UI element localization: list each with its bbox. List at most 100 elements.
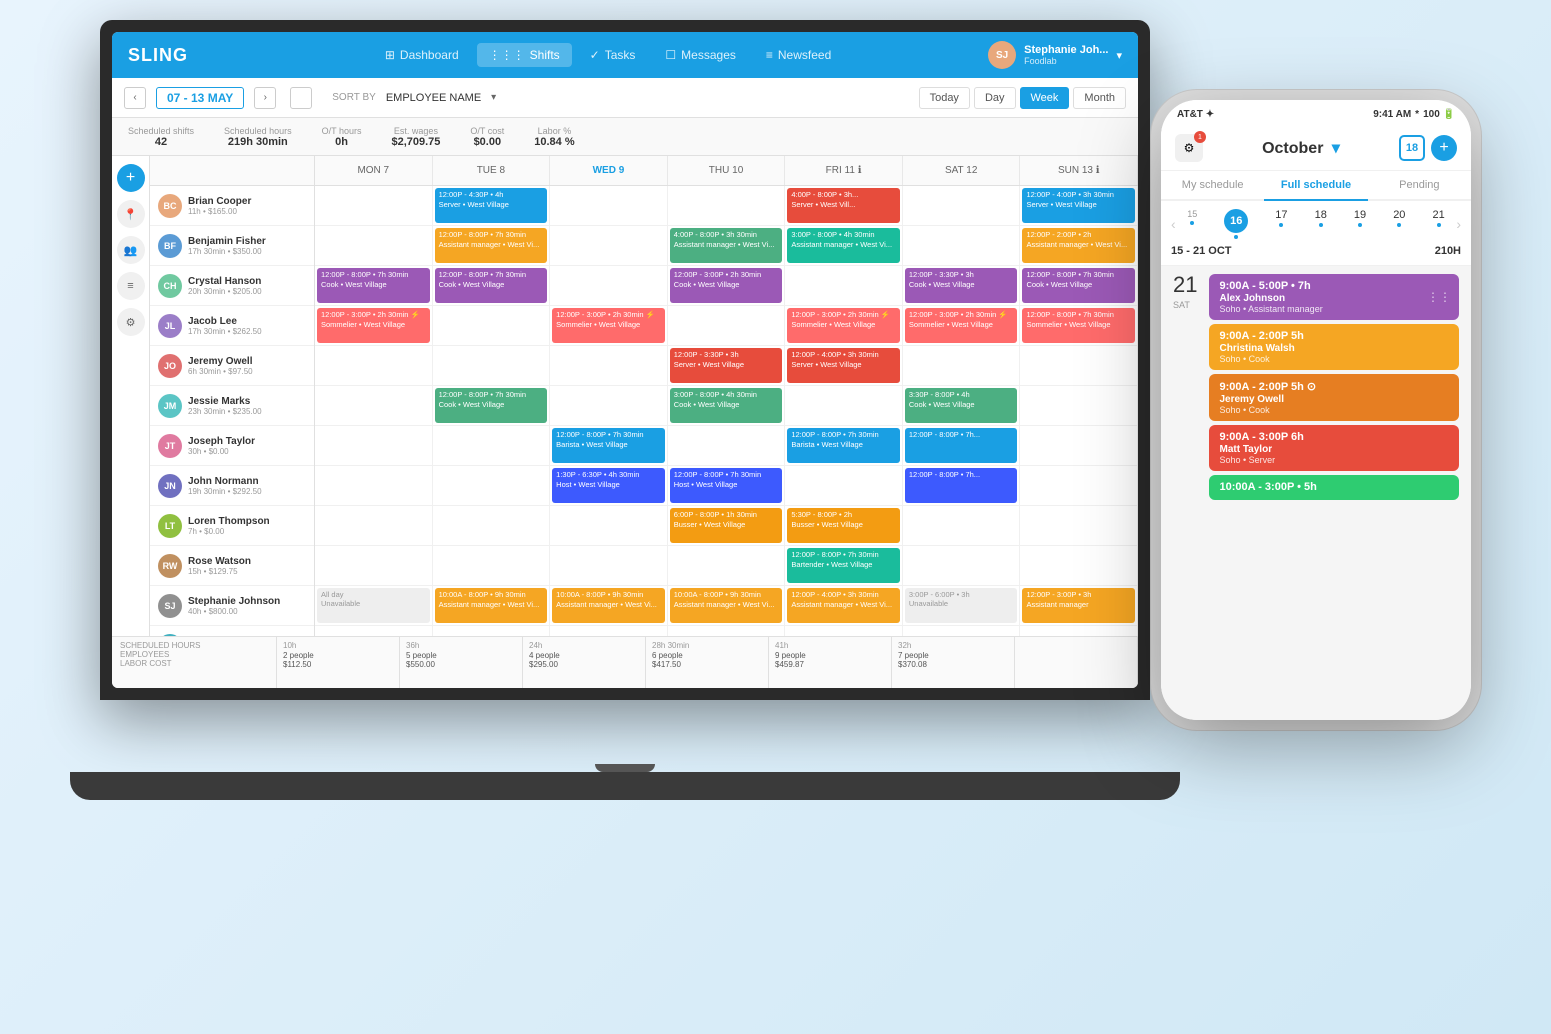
week-day-17[interactable]: 17 [1275,209,1287,239]
shift-block[interactable]: 12:00P - 3:00P • 2h 30min ⚡Sommelier • W… [552,308,665,343]
grid-cell[interactable]: 10:00A - 8:00P • 9h 30minAssistant manag… [668,586,786,625]
shift-block[interactable]: 12:00P - 4:30P • 4hServer • West Village [435,188,548,223]
shift-card[interactable]: 9:00A - 3:00P 6h Matt Taylor Soho • Serv… [1209,425,1459,471]
grid-cell[interactable]: 12:00P - 8:00P • 7h 30minBartender • Wes… [785,546,903,585]
nav-shifts[interactable]: ⋮⋮⋮ Shifts [477,43,572,67]
grid-cell[interactable] [903,506,1021,545]
grid-cell[interactable]: 12:00P - 8:00P • 7h 30minHost • West Vil… [668,466,786,505]
nav-dashboard[interactable]: ⊞ Dashboard [373,43,471,67]
grid-cell[interactable] [315,226,433,265]
shift-block[interactable]: 12:00P - 3:00P • 2h 30min ⚡Sommelier • W… [317,308,430,343]
grid-cell[interactable] [315,466,433,505]
nav-messages[interactable]: ☐ Messages [653,43,747,67]
grid-cell[interactable] [433,466,551,505]
next-week-button[interactable]: › [254,87,276,109]
grid-cell[interactable]: 12:00P - 2:00P • 2hAssistant manager • W… [1020,226,1138,265]
grid-cell[interactable] [1020,426,1138,465]
grid-cell[interactable]: 12:00P - 3:00P • 2h 30min ⚡Sommelier • W… [785,306,903,345]
grid-cell[interactable]: 12:00P - 3:00P • 2h 30min ⚡Sommelier • W… [903,306,1021,345]
sort-dropdown-icon[interactable]: ▾ [491,92,496,103]
shift-block[interactable]: 12:00P - 3:30P • 3hCook • West Village [905,268,1018,303]
grid-cell[interactable]: 12:00P - 8:00P • 7h 30minCook • West Vil… [315,266,433,305]
shift-block[interactable]: 3:00P - 8:00P • 4h 30minCook • West Vill… [670,388,783,423]
shift-block[interactable]: 12:00P - 8:00P • 7h 30minBartender • Wes… [787,548,900,583]
grid-cell[interactable] [550,186,668,225]
grid-cell[interactable] [1020,466,1138,505]
grid-cell[interactable] [315,426,433,465]
grid-cell[interactable] [1020,386,1138,425]
grid-cell[interactable] [433,306,551,345]
grid-cell[interactable]: 12:00P - 3:00P • 2h 30minCook • West Vil… [668,266,786,305]
grid-cell[interactable] [550,386,668,425]
location-filter-icon[interactable]: 📍 [117,200,145,228]
grid-cell[interactable]: 3:30P - 8:00P • 4hCook • West Village [903,386,1021,425]
grid-cell[interactable]: 12:00P - 3:00P • 2h 30min ⚡Sommelier • W… [550,306,668,345]
grid-cell[interactable] [903,226,1021,265]
grid-cell[interactable] [550,506,668,545]
shift-block[interactable]: 12:00P - 8:00P • 7h 30minCook • West Vil… [1022,268,1135,303]
user-menu[interactable]: SJ Stephanie Joh... Foodlab ▾ [988,41,1122,69]
shift-block[interactable]: 12:00P - 8:00P • 7h 30minBarista • West … [787,428,900,463]
shift-block[interactable]: 12:00P - 4:00P • 3h 30minServer • West V… [1022,188,1135,223]
shift-block[interactable]: 12:00P - 8:00P • 7h 30minBarista • West … [552,428,665,463]
shift-block[interactable]: 1:30P - 6:30P • 4h 30minHost • West Vill… [552,468,665,503]
grid-cell[interactable] [785,386,903,425]
grid-cell[interactable]: 12:00P - 3:30P • 3hServer • West Village [668,346,786,385]
shift-block[interactable]: 10:00A - 8:00P • 9h 30minAssistant manag… [670,588,783,623]
shift-block[interactable]: 12:00P - 8:00P • 7h 30minAssistant manag… [435,228,548,263]
tab-full-schedule[interactable]: Full schedule [1264,171,1367,201]
week-day-20[interactable]: 20 [1393,209,1405,239]
grid-cell[interactable] [550,546,668,585]
grid-cell[interactable]: 3:00P - 8:00P • 4h 30minCook • West Vill… [668,386,786,425]
grid-cell[interactable] [785,466,903,505]
grid-cell[interactable]: 3:00P - 6:00P • 3hUnavailable [903,586,1021,625]
shift-block[interactable]: 12:00P - 8:00P • 7h 30minCook • West Vil… [435,388,548,423]
shift-block[interactable]: 12:00P - 3:00P • 2h 30min ⚡Sommelier • W… [905,308,1018,343]
grid-cell[interactable]: All dayUnavailable [315,586,433,625]
month-button[interactable]: Month [1073,87,1126,109]
week-button[interactable]: Week [1020,87,1070,109]
shift-card[interactable]: 9:00A - 5:00P • 7h Alex Johnson Soho • A… [1209,274,1459,320]
grid-cell[interactable]: 12:00P - 4:00P • 3h 30minServer • West V… [785,346,903,385]
date-range-display[interactable]: 07 - 13 MAY [156,87,244,109]
grid-cell[interactable]: 10:00A - 8:00P • 9h 30minAssistant manag… [550,586,668,625]
grid-cell[interactable]: 12:00P - 4:30P • 4hServer • West Village [433,186,551,225]
grid-cell[interactable] [315,506,433,545]
grid-cell[interactable]: 6:00P - 8:00P • 1h 30minBusser • West Vi… [668,506,786,545]
grid-cell[interactable] [903,186,1021,225]
week-day-18[interactable]: 18 [1315,209,1327,239]
calendar-icon[interactable]: 18 [1399,135,1425,161]
grid-cell[interactable]: 12:00P - 4:00P • 3h 30minServer • West V… [1020,186,1138,225]
grid-cell[interactable]: 12:00P - 3:00P • 2h 30min ⚡Sommelier • W… [315,306,433,345]
grid-cell[interactable] [550,346,668,385]
shift-block[interactable]: 10:00A - 8:00P • 9h 30minAssistant manag… [552,588,665,623]
grid-cell[interactable]: 12:00P - 4:00P • 3h 30minAssistant manag… [785,586,903,625]
shift-block[interactable]: 6:00P - 8:00P • 1h 30minBusser • West Vi… [670,508,783,543]
grid-cell[interactable] [315,346,433,385]
nav-newsfeed[interactable]: ≡ Newsfeed [754,43,843,67]
grid-cell[interactable]: 10:00A - 8:00P • 9h 30minAssistant manag… [433,586,551,625]
settings-filter-icon[interactable]: ⚙ [117,308,145,336]
day-button[interactable]: Day [974,87,1016,109]
tab-my-schedule[interactable]: My schedule [1161,171,1264,199]
grid-cell[interactable]: 12:00P - 8:00P • 7h 30minCook • West Vil… [433,386,551,425]
shift-block[interactable]: 12:00P - 8:00P • 7h 30minSommelier • Wes… [1022,308,1135,343]
shift-block[interactable]: 3:30P - 8:00P • 4hCook • West Village [905,388,1018,423]
grid-cell[interactable]: 5:30P - 8:00P • 2hBusser • West Village [785,506,903,545]
grid-cell[interactable] [668,626,786,636]
grid-cell[interactable] [550,626,668,636]
grid-cell[interactable]: 12:00P - 8:00P • 7h 30minBarista • West … [785,426,903,465]
shift-block[interactable]: 12:00P - 3:30P • 3hServer • West Village [670,348,783,383]
shift-block[interactable]: 12:00P - 8:00P • 7h 30minCook • West Vil… [435,268,548,303]
grid-cell[interactable]: 1:30P - 6:30P • 4h 30minHost • West Vill… [550,466,668,505]
week-day-19[interactable]: 19 [1354,209,1366,239]
sort-value[interactable]: EMPLOYEE NAME [386,92,481,104]
grid-cell[interactable]: 12:00P - 8:00P • 7h 30minCook • West Vil… [1020,266,1138,305]
nav-tasks[interactable]: ✓ Tasks [578,43,648,67]
grid-cell[interactable] [668,426,786,465]
grid-cell[interactable] [315,186,433,225]
grid-cell[interactable] [668,186,786,225]
shift-card[interactable]: 9:00A - 2:00P 5h Christina Walsh Soho • … [1209,324,1459,370]
grid-cell[interactable]: 3:00P - 8:00P • 4h 30minAssistant manage… [785,226,903,265]
grid-cell[interactable] [315,626,433,636]
